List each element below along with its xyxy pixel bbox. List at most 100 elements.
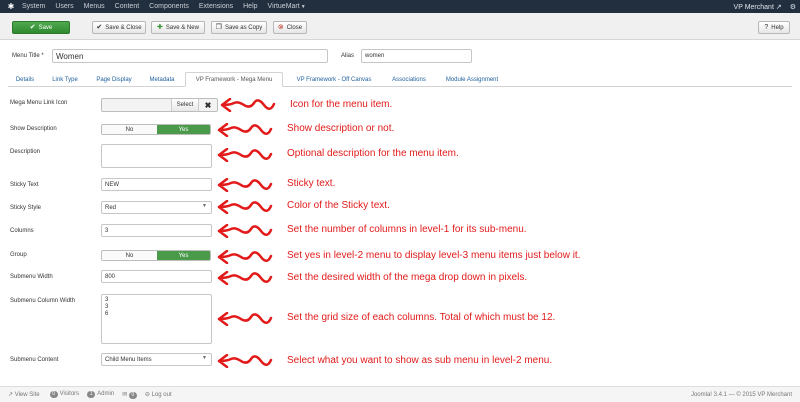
red-arrow-icon (217, 271, 273, 285)
alias-label: Alias (341, 53, 355, 59)
show-description-yes[interactable]: Yes (157, 125, 210, 134)
save-label: Save (38, 24, 53, 31)
group-yes[interactable]: Yes (157, 251, 210, 260)
annotation-text: Icon for the menu item. (290, 99, 393, 110)
red-arrow-icon (217, 224, 273, 238)
joomla-icon[interactable]: ✱ (0, 2, 22, 11)
logout-label: Log out (151, 392, 172, 398)
red-arrow-icon (217, 123, 273, 137)
icon-select-button[interactable]: Select (172, 99, 199, 111)
submenu-width-input[interactable]: 800 (101, 270, 212, 283)
save-copy-label: Save as Copy (224, 24, 263, 31)
annotation-text: Set the desired width of the mega drop d… (287, 272, 528, 283)
tab-module-assignment[interactable]: Module Assignment (436, 72, 508, 87)
nav-users[interactable]: Users (55, 3, 73, 10)
gear-icon[interactable]: ⚙ (790, 3, 796, 11)
mail-icon: ✉ (122, 391, 128, 398)
save-new-button[interactable]: ✚ Save & New (151, 21, 205, 34)
tab-metadata[interactable]: Metadata (142, 72, 182, 87)
red-arrow-icon (217, 354, 273, 368)
columns-input[interactable]: 3 (101, 224, 212, 237)
question-icon: ? (764, 24, 769, 31)
nav-content[interactable]: Content (115, 3, 140, 10)
view-site-label: View Site (14, 392, 40, 398)
red-arrow-icon (217, 312, 273, 326)
red-arrow-icon (217, 200, 273, 214)
tab-link-type[interactable]: Link Type (44, 72, 86, 87)
description-label: Description (10, 149, 41, 155)
nav-system[interactable]: System (22, 3, 45, 10)
chevron-down-icon: ▼ (202, 355, 207, 361)
save-button[interactable]: ✔ Save (12, 21, 70, 34)
annotation-text: Set yes in level-2 menu to display level… (287, 250, 581, 261)
sticky-text-label: Sticky Text (10, 182, 39, 188)
navbar-right: VP Merchant ↗ ⚙ (734, 0, 796, 13)
help-label: Help (771, 24, 784, 31)
external-link-icon: ↗ (775, 3, 782, 11)
tab-details[interactable]: Details (8, 72, 42, 87)
annotation-text: Optional description for the menu item. (287, 148, 459, 159)
sticky-text-input[interactable]: NEW (101, 178, 212, 191)
tab-mega-menu[interactable]: VP Framework - Mega Menu (185, 72, 283, 87)
submenu-content-select[interactable]: Child Menu Items ▼ (101, 353, 212, 366)
save-copy-button[interactable]: ❐ Save as Copy (211, 21, 267, 34)
check-icon: ✔ (96, 24, 103, 31)
tab-associations[interactable]: Associations (384, 72, 434, 87)
chevron-down-icon: ▼ (202, 203, 207, 209)
menu-title-input[interactable]: Women (52, 49, 328, 63)
annotation-text: Color of the Sticky text. (287, 200, 390, 211)
red-arrow-icon (220, 98, 276, 112)
show-description-no[interactable]: No (102, 125, 157, 134)
sticky-style-value: Red (105, 204, 117, 211)
nav-extensions[interactable]: Extensions (199, 3, 233, 10)
icon-preview (102, 99, 172, 111)
save-close-button[interactable]: ✔ Save & Close (92, 21, 146, 34)
group-toggle[interactable]: No Yes (101, 250, 211, 261)
tab-page-display[interactable]: Page Display (88, 72, 140, 87)
sticky-style-select[interactable]: Red ▼ (101, 201, 212, 214)
column-width-line: 3 (105, 304, 109, 310)
visitors-label: Visitors (59, 391, 80, 397)
mega-menu-icon-label: Mega Menu Link Icon (10, 100, 68, 106)
visitors-count: 0 (49, 391, 58, 398)
copy-icon: ❐ (215, 24, 222, 31)
nav-virtuemart-label: VirtueMart (267, 3, 300, 10)
red-arrow-icon (217, 148, 273, 162)
status-footer: ↗ View Site 0 Visitors 1 Admin ✉ 0 ⊖ Log o… (0, 386, 800, 402)
nav-menus[interactable]: Menus (84, 3, 105, 10)
top-navbar: ✱ System Users Menus Content Components … (0, 0, 800, 13)
admin-label: Admin (97, 391, 115, 397)
menu-title-label: Menu Title * (12, 53, 44, 59)
nav-components[interactable]: Components (149, 3, 189, 10)
tab-off-canvas[interactable]: VP Framework - Off Canvas (284, 72, 384, 87)
close-button[interactable]: ⊗ Close (273, 21, 307, 34)
help-button[interactable]: ? Help (758, 21, 790, 34)
site-link[interactable]: VP Merchant ↗ (734, 3, 782, 11)
description-textarea[interactable] (101, 144, 212, 168)
columns-label: Columns (10, 228, 34, 234)
save-new-label: Save & New (165, 24, 199, 31)
column-width-line: 6 (105, 311, 109, 317)
annotation-text: Sticky text. (287, 178, 336, 189)
logout-link[interactable]: ⊖ Log out (145, 391, 172, 398)
plus-icon: ✚ (157, 24, 163, 31)
submenu-content-label: Submenu Content (10, 357, 59, 363)
show-description-label: Show Description (10, 126, 57, 132)
nav-help[interactable]: Help (243, 3, 257, 10)
group-no[interactable]: No (102, 251, 157, 260)
messages-status[interactable]: ✉ 0 (122, 391, 139, 399)
submenu-column-width-textarea[interactable]: 3 3 6 (101, 294, 212, 344)
toolbar: ✔ Save ✔ Save & Close ✚ Save & New ❐ Save as… (0, 13, 800, 40)
check-icon: ✔ (29, 24, 36, 31)
clear-icon[interactable]: ✖ (199, 99, 217, 111)
view-site-link[interactable]: ↗ View Site (8, 391, 40, 398)
red-arrow-icon (217, 178, 273, 192)
save-close-label: Save & Close (105, 24, 142, 31)
close-icon: ⊗ (277, 24, 284, 31)
nav-virtuemart[interactable]: VirtueMart▼ (268, 3, 306, 10)
messages-count: 0 (128, 391, 137, 399)
column-width-line: 3 (105, 297, 109, 303)
show-description-toggle[interactable]: No Yes (101, 124, 211, 135)
alias-input[interactable]: women (361, 49, 472, 63)
admin-count: 1 (87, 391, 96, 398)
